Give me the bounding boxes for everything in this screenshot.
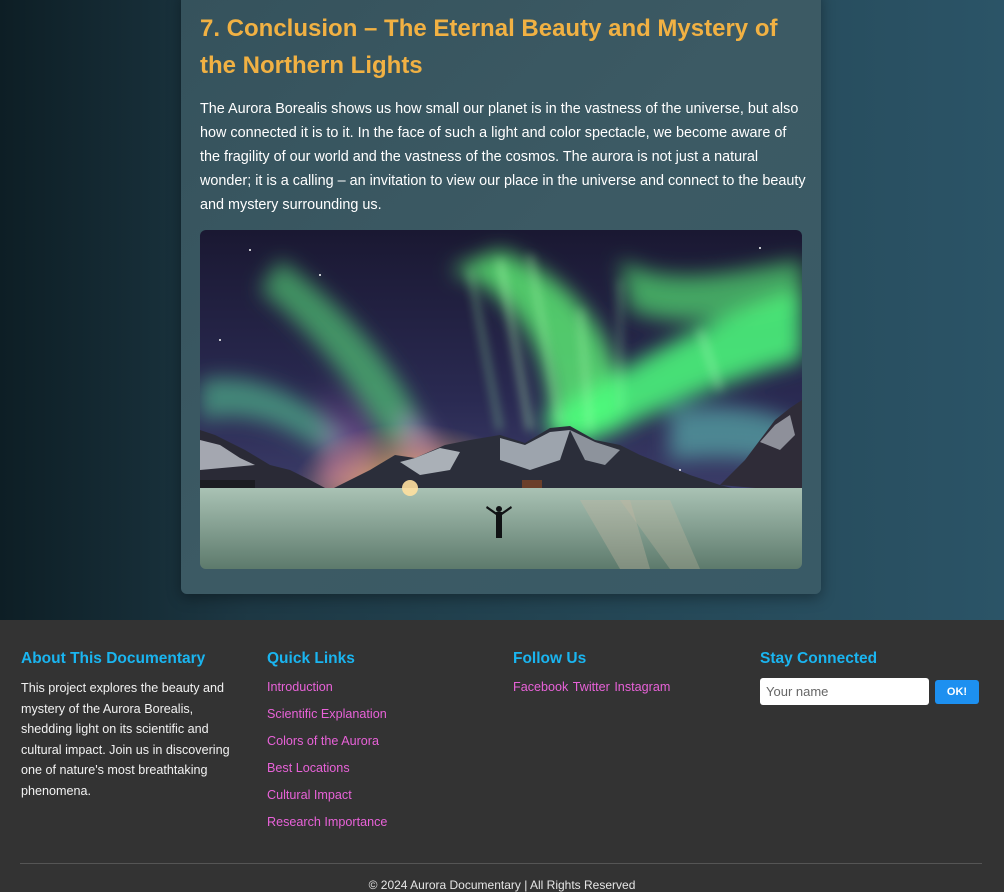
twitter-link[interactable]: Twitter	[573, 680, 610, 694]
main-area: 7. Conclusion – The Eternal Beauty and M…	[0, 0, 1004, 620]
quick-links-section: Quick Links Introduction Scientific Expl…	[267, 650, 487, 840]
follow-title: Follow Us	[513, 650, 587, 667]
aurora-image	[200, 230, 802, 569]
quick-link-colors[interactable]: Colors of the Aurora	[267, 728, 487, 755]
quick-link-research-importance[interactable]: Research Importance	[267, 809, 487, 836]
facebook-link[interactable]: Facebook	[513, 680, 568, 694]
quick-link-cultural-impact[interactable]: Cultural Impact	[267, 782, 487, 809]
name-input[interactable]	[760, 678, 929, 705]
content-card: 7. Conclusion – The Eternal Beauty and M…	[181, 0, 821, 594]
quick-link-scientific-explanation[interactable]: Scientific Explanation	[267, 701, 487, 728]
submit-button[interactable]: OK!	[935, 679, 979, 704]
stay-connected-section: Stay Connected OK!	[760, 650, 990, 705]
copyright-text: © 2024 Aurora Documentary | All Rights R…	[368, 878, 636, 892]
section-body: The Aurora Borealis shows us how small o…	[200, 101, 806, 213]
site-footer: About This Documentary This project expl…	[0, 620, 1004, 892]
follow-section: Follow Us Facebook Twitter Instagram	[513, 650, 733, 696]
social-links: Facebook Twitter Instagram	[513, 678, 733, 696]
quick-link-best-locations[interactable]: Best Locations	[267, 755, 487, 782]
stay-connected-title: Stay Connected	[760, 650, 878, 667]
about-text: This project explores the beauty and mys…	[21, 681, 230, 798]
quick-link-introduction[interactable]: Introduction	[267, 674, 487, 701]
about-title: About This Documentary	[21, 650, 206, 667]
newsletter-form: OK!	[760, 678, 990, 705]
quick-links-title: Quick Links	[267, 650, 355, 667]
about-section: About This Documentary This project expl…	[21, 650, 241, 801]
section-heading: 7. Conclusion – The Eternal Beauty and M…	[200, 15, 778, 79]
instagram-link[interactable]: Instagram	[614, 680, 670, 694]
footer-divider	[20, 863, 982, 864]
